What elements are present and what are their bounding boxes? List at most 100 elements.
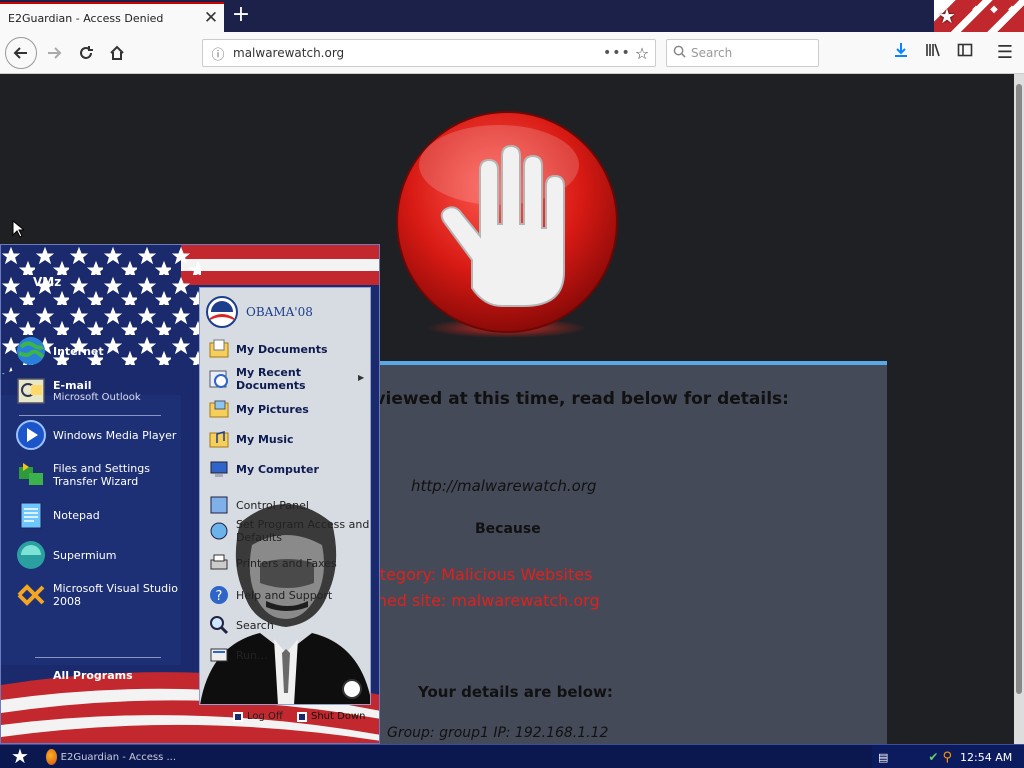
screen: E2Guardian - Access Denied ✕ + ★ ◆ ◆ ◆ ⓘ… <box>0 0 1024 768</box>
reload-icon <box>80 46 93 59</box>
email-sub-label: Microsoft Outlook <box>53 392 141 403</box>
recent-docs-icon <box>209 370 228 388</box>
spa-label-2: Defaults <box>236 531 282 544</box>
shut-down-icon <box>297 711 307 722</box>
my-pictures-link[interactable]: My Pictures <box>208 398 309 420</box>
browser-tab[interactable]: E2Guardian - Access Denied ✕ <box>0 2 224 32</box>
scrollbar-thumb[interactable] <box>1016 84 1022 694</box>
url-text: malwarewatch.org <box>233 46 345 60</box>
control-panel-label: Control Panel <box>236 498 309 512</box>
campaign-logo: OBAMA'08 <box>206 296 313 328</box>
shut-down-button[interactable]: Shut Down <box>297 711 365 722</box>
back-button[interactable] <box>5 37 37 69</box>
page-actions-icon[interactable]: ••• <box>603 45 630 61</box>
maximize-icon[interactable]: ◆ <box>988 4 1000 15</box>
control-panel-link[interactable]: Control Panel <box>208 494 309 516</box>
log-off-label: Log Off <box>247 711 283 722</box>
network-icon[interactable]: ✔ <box>928 750 938 764</box>
forward-arrow-icon <box>48 47 62 59</box>
wmp-label: Windows Media Player <box>53 428 177 442</box>
spa-label-1: Set Program Access and <box>236 518 370 531</box>
run-link[interactable]: Run... <box>208 644 268 666</box>
run-icon <box>210 648 228 662</box>
hamburger-menu-icon[interactable]: ☰ <box>994 42 1016 64</box>
transfer-wizard-icon <box>19 463 43 485</box>
start-item-notepad[interactable]: Notepad <box>15 499 100 531</box>
start-item-visual-studio[interactable]: Microsoft Visual Studio 2008 <box>15 579 178 611</box>
folder-music-icon <box>209 431 229 448</box>
start-item-internet[interactable]: Internet <box>15 335 104 367</box>
library-icon[interactable] <box>922 42 944 64</box>
set-program-access-link[interactable]: Set Program Access and Defaults <box>208 518 369 544</box>
search-magnifier-icon <box>210 616 229 635</box>
media-player-icon <box>16 420 46 450</box>
my-recent-label-1: My Recent <box>236 366 301 379</box>
globe-icon <box>17 337 45 365</box>
matched-site-reason: ched site: malwarewatch.org <box>368 591 600 610</box>
search-placeholder: Search <box>691 46 733 60</box>
site-info-icon[interactable]: ⓘ <box>207 44 229 63</box>
all-programs-button[interactable]: All Programs <box>53 669 133 682</box>
tray-search-icon[interactable]: ⚲ <box>942 750 952 765</box>
blocked-url: http://malwarewatch.org <box>411 477 597 495</box>
reload-button[interactable] <box>72 39 100 67</box>
start-item-files-settings-transfer[interactable]: Files and Settings Transfer Wizard <box>15 459 150 491</box>
system-tray: ▤ ✔ ⚲ 12:54 AM <box>872 745 1024 768</box>
window-controls: ◆ ◆ ◆ <box>970 4 1018 15</box>
notepad-label: Notepad <box>53 508 100 522</box>
my-documents-link[interactable]: My Documents <box>208 338 328 360</box>
new-tab-button[interactable]: + <box>230 4 252 28</box>
my-recent-documents-link[interactable]: My Recent Documents <box>208 366 306 392</box>
mouse-cursor-icon <box>12 219 26 238</box>
search-input[interactable]: Search <box>666 39 819 67</box>
navigation-toolbar: ⓘ malwarewatch.org ••• ☆ Search ☰ <box>0 32 1024 74</box>
search-link[interactable]: Search <box>208 614 274 636</box>
taskbar: ★ E2Guardian - Access ... ▤ ✔ ⚲ 12:54 AM <box>0 744 1024 768</box>
vertical-scrollbar[interactable] <box>1014 74 1024 744</box>
log-off-button[interactable]: Log Off <box>233 711 283 722</box>
log-off-icon <box>233 711 243 722</box>
home-button[interactable] <box>103 39 131 67</box>
start-item-supermium[interactable]: Supermium <box>15 539 117 571</box>
start-menu-user-name: VMz <box>33 275 62 289</box>
printers-faxes-link[interactable]: Printers and Faxes <box>208 552 337 574</box>
start-item-email[interactable]: E-mail Microsoft Outlook <box>15 375 141 407</box>
my-recent-label-2: Documents <box>236 379 306 392</box>
search-label: Search <box>236 618 274 632</box>
tab-close-icon[interactable]: ✕ <box>198 9 224 27</box>
firefox-icon <box>46 749 57 765</box>
control-panel-icon <box>210 496 228 514</box>
run-label: Run... <box>236 648 268 662</box>
obama-logo-icon <box>206 296 238 328</box>
supermium-icon <box>17 541 45 569</box>
vs-label-2: 2008 <box>53 595 81 608</box>
forward-button[interactable] <box>40 39 68 67</box>
help-support-link[interactable]: ? Help and Support <box>208 584 332 606</box>
start-button[interactable]: ★ <box>0 745 40 768</box>
category-reason: ategory: Malicious Websites <box>370 565 593 584</box>
tab-title: E2Guardian - Access Denied <box>8 11 164 25</box>
downloads-icon[interactable] <box>890 42 912 64</box>
start-menu-right-pane: OBAMA'08 My Documents My Recent Documents… <box>199 287 371 705</box>
sidebar-icon[interactable] <box>954 42 976 64</box>
printer-icon <box>210 554 228 570</box>
taskbar-firefox-task[interactable]: E2Guardian - Access ... <box>46 747 176 767</box>
minimize-icon[interactable]: ◆ <box>970 4 982 15</box>
my-computer-link[interactable]: My Computer <box>208 458 319 480</box>
close-window-icon[interactable]: ◆ <box>1006 4 1018 15</box>
my-music-link[interactable]: My Music <box>208 428 294 450</box>
all-programs-divider <box>35 657 161 658</box>
outlook-icon <box>17 378 45 404</box>
bookmark-star-icon[interactable]: ☆ <box>629 44 655 63</box>
supermium-label: Supermium <box>53 548 117 562</box>
address-bar[interactable]: ⓘ malwarewatch.org ••• ☆ <box>202 39 656 67</box>
keyboard-icon[interactable]: ▤ <box>878 751 888 764</box>
details-heading: Your details are below: <box>418 683 613 701</box>
shut-down-label: Shut Down <box>311 711 366 722</box>
because-label: Because <box>475 521 541 537</box>
clock[interactable]: 12:54 AM <box>960 751 1012 764</box>
vs-label-1: Microsoft Visual Studio <box>53 582 178 595</box>
help-icon: ? <box>210 586 228 604</box>
start-item-windows-media-player[interactable]: Windows Media Player <box>15 419 176 451</box>
fst-label-2: Transfer Wizard <box>53 475 139 488</box>
